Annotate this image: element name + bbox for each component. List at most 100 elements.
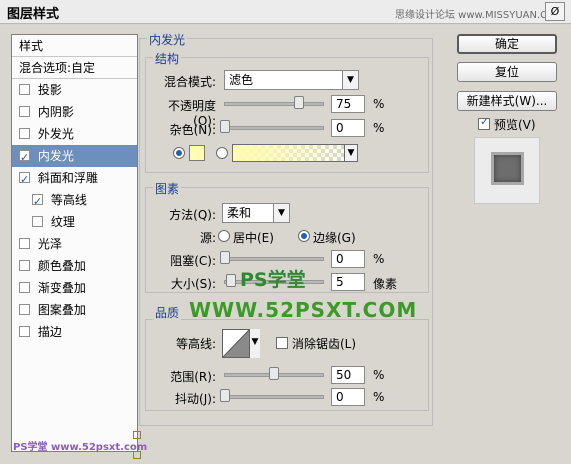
- noise-unit: %: [373, 121, 385, 135]
- glow-color-swatch[interactable]: [189, 145, 205, 161]
- gradient-radio[interactable]: [216, 147, 228, 159]
- opacity-unit: %: [373, 97, 385, 111]
- source-center-radio[interactable]: [218, 230, 230, 242]
- list-item-sub[interactable]: 纹理: [12, 211, 137, 233]
- styles-header-item[interactable]: 样式: [12, 35, 137, 57]
- elements-title: 图素: [153, 180, 182, 197]
- source-edge-label: 边缘(G): [313, 231, 356, 245]
- list-item-label: 内发光: [37, 149, 74, 163]
- contour-label: 等高线:: [175, 337, 216, 351]
- choke-unit: %: [373, 252, 385, 266]
- opacity-slider-thumb[interactable]: [294, 96, 304, 109]
- close-icon: Ø: [550, 5, 560, 18]
- list-item[interactable]: 描边: [12, 321, 137, 343]
- checkbox[interactable]: [19, 238, 30, 249]
- noise-slider-thumb[interactable]: [220, 120, 230, 133]
- checkbox[interactable]: [19, 282, 30, 293]
- checkbox[interactable]: [19, 106, 30, 117]
- blending-options-item[interactable]: 混合选项:自定: [12, 57, 137, 79]
- list-item-label: 光泽: [37, 237, 62, 251]
- list-item[interactable]: 图案叠加: [12, 299, 137, 321]
- chevron-down-icon: ▼: [344, 144, 358, 162]
- checkbox[interactable]: [19, 326, 30, 337]
- anti-alias-checkbox[interactable]: [276, 337, 288, 349]
- list-item-label: 等高线: [50, 193, 87, 207]
- quality-title: 品质: [153, 304, 182, 321]
- noise-label: 杂色(N):: [169, 123, 216, 137]
- method-value: 柔和: [227, 206, 252, 220]
- range-label: 范围(R):: [170, 370, 216, 384]
- solid-color-radio[interactable]: [173, 147, 185, 159]
- anti-alias-label: 消除锯齿(L): [292, 337, 357, 351]
- source-edge-radio[interactable]: [298, 230, 310, 242]
- contour-curve-icon: [222, 329, 250, 358]
- window-title: 图层样式: [7, 7, 60, 22]
- opacity-slider[interactable]: [224, 102, 324, 106]
- preview-label: 预览(V): [494, 118, 536, 132]
- list-item-label: 混合选项:自定: [19, 61, 96, 75]
- ok-button[interactable]: 确定: [457, 34, 557, 54]
- footer-watermark: PS学堂 www.52psxt.com: [13, 442, 148, 453]
- noise-slider[interactable]: [224, 126, 324, 130]
- title-bar: 图层样式 思缘设计论坛 www.MISSYUAN.COM Ø: [0, 0, 571, 24]
- list-item-label: 样式: [19, 39, 44, 53]
- list-item-active[interactable]: 内发光: [12, 145, 137, 169]
- list-item-label: 投影: [37, 83, 62, 97]
- jitter-unit: %: [373, 390, 385, 404]
- size-slider-thumb[interactable]: [226, 274, 236, 287]
- checkbox[interactable]: [32, 216, 43, 227]
- list-item[interactable]: 外发光: [12, 123, 137, 145]
- chevron-down-icon: ▼: [273, 204, 289, 222]
- jitter-label: 抖动(J):: [175, 392, 216, 406]
- list-item[interactable]: 光泽: [12, 233, 137, 255]
- checkbox[interactable]: [19, 260, 30, 271]
- jitter-slider-thumb[interactable]: [220, 389, 230, 402]
- list-item[interactable]: 颜色叠加: [12, 255, 137, 277]
- list-item-label: 描边: [37, 325, 62, 339]
- opacity-input[interactable]: 75: [331, 95, 365, 113]
- method-select[interactable]: 柔和 ▼: [222, 203, 290, 223]
- choke-label: 阻塞(C):: [170, 254, 216, 268]
- choke-slider[interactable]: [224, 257, 324, 261]
- blend-mode-label: 混合模式:: [163, 75, 216, 89]
- preview-checkbox[interactable]: [478, 115, 490, 130]
- checkbox[interactable]: [32, 191, 43, 213]
- style-preview: [474, 137, 540, 204]
- source-label: 源:: [199, 231, 216, 245]
- styles-list: 样式 混合选项:自定 投影 内阴影 外发光 内发光 斜面和浮雕 等高线 纹理 光…: [11, 34, 138, 452]
- reset-button[interactable]: 复位: [457, 62, 557, 82]
- preview-swatch: [491, 152, 524, 185]
- checkbox[interactable]: [19, 169, 30, 191]
- list-item-sub[interactable]: 等高线: [12, 189, 137, 213]
- section-title: 内发光: [147, 31, 188, 48]
- structure-title: 结构: [153, 50, 182, 67]
- choke-input[interactable]: 0: [331, 250, 365, 268]
- list-item-label: 斜面和浮雕: [37, 171, 98, 185]
- jitter-input[interactable]: 0: [331, 388, 365, 406]
- checkbox[interactable]: [19, 84, 30, 95]
- top-watermark: 思缘设计论坛 www.MISSYUAN.COM: [395, 10, 564, 21]
- jitter-slider[interactable]: [224, 395, 324, 399]
- checkbox[interactable]: [19, 304, 30, 315]
- new-style-button[interactable]: 新建样式(W)...: [457, 91, 557, 111]
- range-slider-thumb[interactable]: [269, 367, 279, 380]
- list-item[interactable]: 投影: [12, 79, 137, 101]
- list-item[interactable]: 内阴影: [12, 101, 137, 123]
- list-item-label: 纹理: [50, 215, 75, 229]
- size-unit: 像素: [373, 277, 398, 291]
- blend-mode-select[interactable]: 滤色 ▼: [224, 70, 359, 90]
- range-input[interactable]: 50: [331, 366, 365, 384]
- checkbox[interactable]: [19, 147, 30, 169]
- checkbox[interactable]: [19, 128, 30, 139]
- choke-slider-thumb[interactable]: [220, 251, 230, 264]
- chevron-down-icon: ▼: [342, 71, 358, 89]
- gradient-picker[interactable]: ▼: [232, 144, 358, 162]
- contour-picker[interactable]: ▼: [222, 329, 260, 358]
- noise-input[interactable]: 0: [331, 119, 365, 137]
- list-item[interactable]: 渐变叠加: [12, 277, 137, 299]
- close-button[interactable]: Ø: [545, 2, 565, 21]
- list-item-label: 颜色叠加: [37, 259, 86, 273]
- size-input[interactable]: 5: [331, 273, 365, 291]
- source-center-label: 居中(E): [233, 231, 274, 245]
- list-item[interactable]: 斜面和浮雕: [12, 167, 137, 191]
